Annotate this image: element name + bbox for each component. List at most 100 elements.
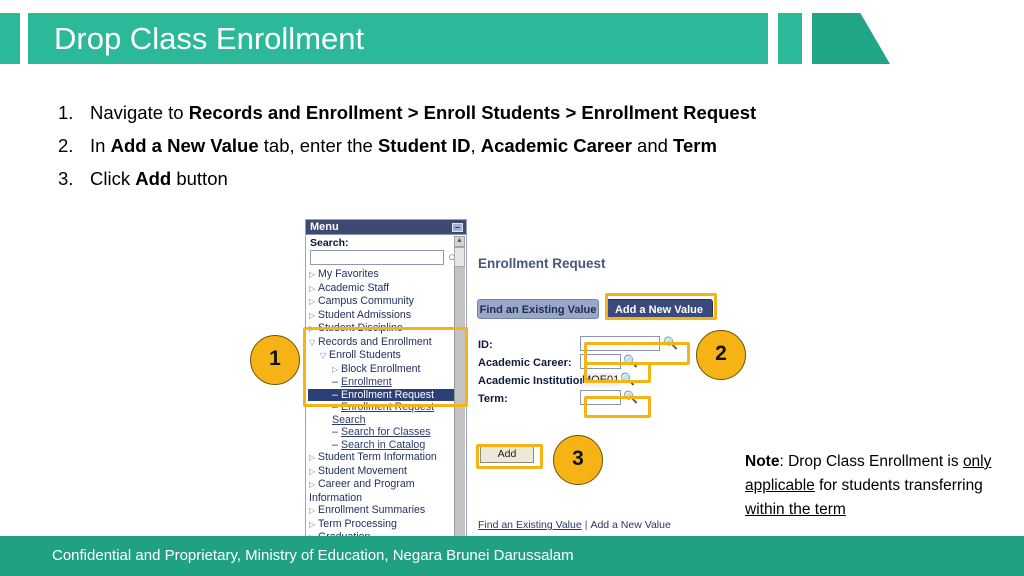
instruction-number: 1. [58, 102, 74, 123]
chevron-right-icon: ▷ [309, 310, 316, 320]
menu-item-label: Student Movement [318, 464, 407, 477]
menu-panel-header: Menu – [306, 220, 466, 235]
link-add-a-new-value[interactable]: Add a New Value [590, 519, 670, 531]
chevron-down-icon: ▽ [320, 351, 327, 360]
academic-career-label: Academic Career: [478, 357, 572, 369]
magnifier-icon[interactable]: 🔍 [620, 372, 635, 386]
leaf-dash-icon: – [332, 376, 338, 388]
id-input[interactable] [580, 336, 660, 351]
instruction-text: In Add a New Value tab, enter the Studen… [90, 135, 717, 156]
menu-item-label: Enrollment Summaries [318, 504, 426, 516]
chevron-right-icon: ▷ [309, 480, 316, 489]
banner-left-accent-bar [0, 13, 20, 64]
menu-item-label: Student Admissions [318, 308, 412, 321]
minimize-icon[interactable]: – [452, 223, 463, 232]
menu-item-career-and-program-information[interactable]: ▷ Career and Program Information [308, 478, 454, 504]
menu-item-academic-staff[interactable]: ▷ Academic Staff [308, 282, 454, 296]
menu-item-student-movement[interactable]: ▷ Student Movement [308, 465, 454, 479]
menu-item-student-term-information[interactable]: ▷ Student Term Information [308, 451, 454, 465]
menu-item-label: Campus Community [318, 295, 414, 307]
menu-scrollbar-thumb[interactable] [454, 247, 465, 267]
chevron-right-icon: ▷ [309, 453, 316, 462]
scroll-up-arrow-icon[interactable]: ▲ [454, 236, 465, 247]
magnifier-icon[interactable]: 🔍 [623, 390, 638, 404]
chevron-right-icon: ▷ [309, 297, 316, 306]
menu-item-student-discipline[interactable]: ▷ Student Discipline [308, 322, 454, 336]
instruction-number: 3. [58, 168, 74, 189]
menu-item-term-processing[interactable]: ▷ Term Processing [308, 518, 454, 532]
tab-find-label: Find an Existing Value [479, 304, 597, 316]
instruction-item-1: 1. Navigate to Records and Enrollment > E… [58, 96, 958, 129]
menu-item-label: Student Term Information [318, 451, 437, 463]
menu-item-search-in-catalog[interactable]: – Search in Catalog [308, 439, 454, 452]
chevron-right-icon: ▷ [309, 283, 316, 293]
leaf-dash-icon: – [332, 426, 338, 438]
link-find-an-existing-value[interactable]: Find an Existing Value [478, 519, 582, 531]
menu-item-student-admissions[interactable]: ▷ Student Admissions [308, 309, 454, 323]
magnifier-icon[interactable]: 🔍 [623, 354, 638, 368]
menu-item-enroll-students[interactable]: ▽ Enroll Students [308, 349, 454, 363]
term-input[interactable] [580, 390, 621, 405]
menu-item-label: Student Discipline [318, 322, 403, 334]
menu-item-records-and-enrollment[interactable]: ▽ Records and Enrollment [308, 336, 454, 350]
instruction-text: Click Add button [90, 168, 228, 189]
instruction-text: Navigate to Records and Enrollment > Enr… [90, 102, 757, 123]
callout-2: 2 [696, 330, 746, 380]
menu-search-input[interactable] [310, 250, 444, 265]
menu-search-label: Search: [310, 237, 349, 249]
chevron-right-icon: ▷ [309, 324, 316, 333]
chevron-right-icon: ▷ [332, 364, 339, 374]
menu-item-label: Enrollment [341, 376, 392, 388]
instruction-item-3: 3. Click Add button [58, 162, 958, 195]
menu-item-my-favorites[interactable]: ▷ My Favorites [308, 268, 454, 282]
menu-item-enrollment-request-search[interactable]: – Enrollment Request Search [308, 401, 454, 426]
note-fragment: Note [745, 453, 780, 470]
academic-institution-label: Academic Institution: [478, 375, 590, 387]
tab-find-an-existing-value[interactable]: Find an Existing Value [477, 299, 599, 319]
menu-item-label: My Favorites [318, 268, 379, 280]
menu-item-label: Enroll Students [329, 349, 401, 361]
menu-item-label: Search in Catalog [341, 438, 426, 451]
footer-bar: Confidential and Proprietary, Ministry o… [0, 536, 1024, 576]
content-page-title: Enrollment Request [478, 256, 606, 271]
instruction-item-2: 2. In Add a New Value tab, enter the Stud… [58, 129, 958, 162]
magnifier-icon[interactable]: 🔍 [663, 336, 678, 350]
menu-item-label: Academic Staff [318, 281, 390, 294]
chevron-right-icon: ▷ [309, 270, 316, 279]
menu-item-campus-community[interactable]: ▷ Campus Community [308, 295, 454, 309]
menu-item-enrollment[interactable]: – Enrollment [308, 376, 454, 389]
menu-item-enrollment-request[interactable]: – Enrollment Request [308, 388, 454, 401]
chevron-right-icon: ▷ [309, 466, 316, 476]
menu-scrollbar-track[interactable] [454, 236, 465, 540]
menu-tree: ▷ My Favorites ▷ Academic Staff ▷ Campus Comm… [308, 268, 454, 540]
footer-text: Confidential and Proprietary, Ministry o… [52, 547, 574, 564]
tab-add-label: Add a New Value [614, 304, 704, 316]
add-button[interactable]: Add [480, 446, 534, 463]
banner-right-accent-bar [778, 13, 802, 64]
menu-item-search-for-classes[interactable]: – Search for Classes [308, 426, 454, 439]
menu-item-label: Enrollment Request Search [332, 401, 435, 426]
menu-item-enrollment-summaries[interactable]: ▷ Enrollment Summaries [308, 504, 454, 518]
application-screenshot: Menu – Search: ○ ▲ ▷ My Favorites ▷ Academi… [305, 219, 730, 541]
content-panel: Enrollment Request Find an Existing Valu… [468, 219, 730, 541]
menu-item-block-enrollment[interactable]: ▷ Block Enrollment [308, 363, 454, 377]
note-fragment: for students transferring [814, 477, 983, 494]
menu-item-label: Term Processing [318, 517, 397, 530]
content-bottom-links: Find an Existing Value | Add a New Value [478, 519, 671, 531]
academic-institution-value: MOE01 [582, 373, 620, 387]
menu-item-label: Career and Program Information [309, 478, 415, 504]
note-fragment: within the term [745, 501, 846, 518]
note-fragment: : Drop Class Enrollment is [779, 453, 963, 470]
chevron-down-icon: ▽ [309, 337, 316, 347]
chevron-right-icon: ▷ [309, 519, 316, 529]
menu-item-label: Block Enrollment [341, 362, 421, 375]
leaf-dash-icon: – [332, 401, 338, 413]
leaf-dash-icon: – [332, 388, 338, 401]
tab-add-a-new-value[interactable]: Add a New Value [605, 299, 713, 319]
academic-career-input[interactable] [580, 354, 621, 369]
title-banner: Drop Class Enrollment [0, 13, 1024, 64]
instruction-list: 1. Navigate to Records and Enrollment > E… [58, 96, 958, 195]
page-title: Drop Class Enrollment [54, 21, 365, 56]
leaf-dash-icon: – [332, 438, 338, 451]
callout-1: 1 [250, 335, 300, 385]
